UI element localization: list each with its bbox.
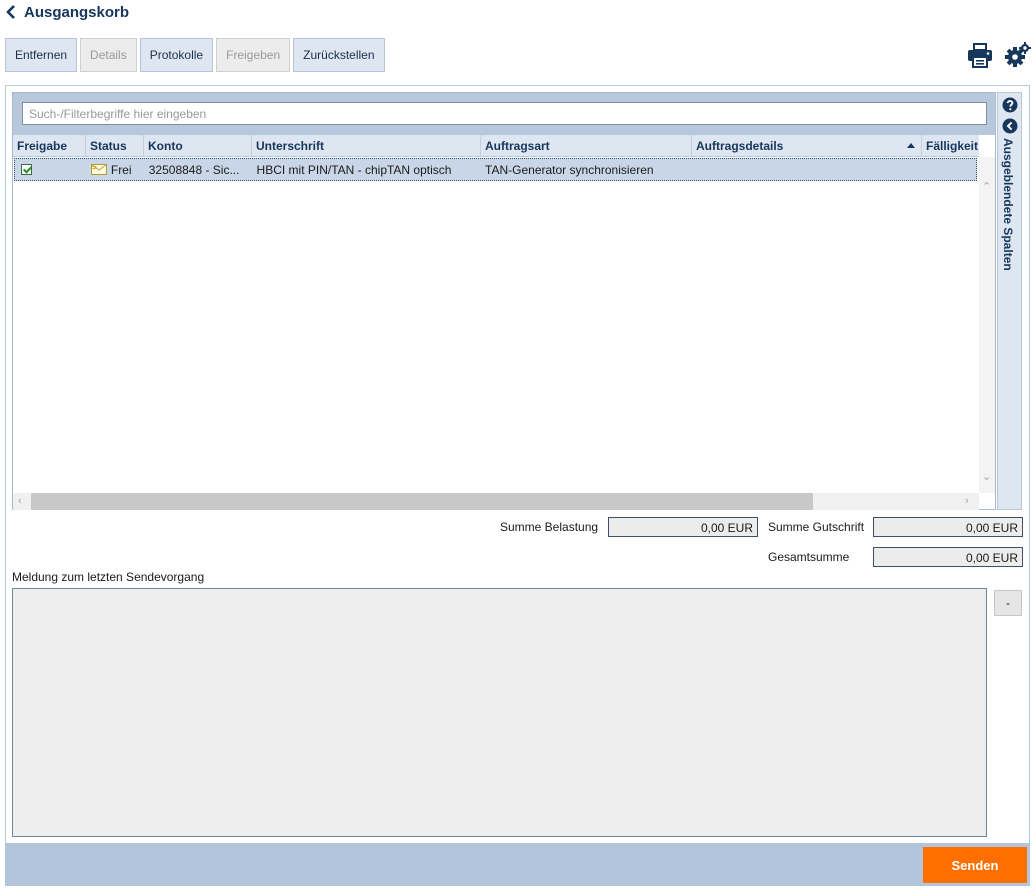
vertical-scrollbar[interactable]: ⌃ ⌄	[979, 157, 995, 493]
remove-button[interactable]: Entfernen	[5, 38, 78, 72]
footer-bar	[5, 843, 1030, 886]
details-button[interactable]: Details	[80, 38, 137, 72]
horizontal-scroll-thumb[interactable]	[31, 493, 813, 510]
sort-ascending-icon	[907, 143, 915, 148]
scroll-right-icon[interactable]: ›	[965, 493, 969, 510]
help-icon[interactable]	[1002, 97, 1018, 113]
hidden-columns-label: Ausgeblendete Spalten	[1001, 138, 1015, 271]
cell-freigabe	[15, 159, 87, 180]
cell-auftragsart: TAN-Generator synchronisieren	[485, 163, 654, 177]
sum-debit-value: 0,00 EUR	[608, 517, 758, 537]
column-header-freigabe[interactable]: Freigabe	[13, 135, 86, 157]
cell-konto: 32508848 - Sic...	[148, 163, 240, 177]
chevron-left-circle-icon[interactable]	[1002, 118, 1018, 134]
send-button[interactable]: Senden	[923, 847, 1027, 883]
toolbar: Entfernen Details Protokolle Freigeben Z…	[5, 38, 385, 72]
sum-credit-label: Summe Gutschrift	[768, 520, 865, 534]
hidden-columns-panel[interactable]: Ausgeblendete Spalten	[997, 92, 1022, 510]
release-button[interactable]: Freigeben	[216, 38, 291, 72]
reset-button[interactable]: Zurückstellen	[293, 38, 385, 72]
print-icon[interactable]	[966, 41, 994, 69]
sum-debit-label: Summe Belastung	[500, 520, 599, 534]
logs-button[interactable]: Protokolle	[139, 38, 214, 72]
table-row[interactable]: Frei 32508848 - Sic... HBCI mit PIN/TAN …	[14, 158, 977, 181]
title-bar: Ausgangskorb	[6, 2, 129, 22]
collapse-message-button[interactable]: -	[994, 590, 1022, 616]
cell-status: Frei	[87, 159, 145, 180]
column-header-auftragsdetails[interactable]: Auftragsdetails	[692, 135, 922, 157]
message-label: Meldung zum letzten Sendevorgang	[12, 570, 205, 584]
chevron-left-icon[interactable]	[6, 5, 16, 19]
column-header-faelligkeit[interactable]: Fälligkeit	[922, 135, 979, 157]
column-header-konto[interactable]: Konto	[144, 135, 252, 157]
scroll-left-icon[interactable]: ‹	[18, 493, 22, 510]
column-header-auftragsart[interactable]: Auftragsart	[481, 135, 692, 157]
status-text: Frei	[110, 163, 132, 177]
envelope-icon	[90, 164, 107, 175]
scroll-up-icon[interactable]: ⌃	[982, 179, 991, 196]
cell-faelligkeit	[921, 159, 976, 180]
message-box[interactable]	[12, 588, 987, 837]
search-input[interactable]	[22, 102, 987, 125]
horizontal-scrollbar[interactable]: ‹ ›	[13, 493, 979, 510]
page-title: Ausgangskorb	[24, 3, 130, 21]
total-sum-label: Gesamtsumme	[768, 550, 850, 564]
column-header-status[interactable]: Status	[86, 135, 144, 157]
column-header-unterschrift[interactable]: Unterschrift	[252, 135, 481, 157]
column-header-row: Freigabe Status Konto Unterschrift Auftr…	[13, 135, 979, 157]
cell-auftragsdetails	[692, 159, 922, 180]
scroll-down-icon[interactable]: ⌄	[982, 469, 991, 486]
sum-credit-value: 0,00 EUR	[873, 517, 1023, 537]
order-grid: Freigabe Status Konto Unterschrift Auftr…	[12, 92, 996, 510]
release-checkbox[interactable]	[21, 164, 32, 175]
search-strip	[13, 93, 995, 135]
cell-unterschrift: HBCI mit PIN/TAN - chipTAN optisch	[256, 163, 452, 177]
column-header-auftragsdetails-label: Auftragsdetails	[696, 139, 784, 153]
gear-icon[interactable]	[1004, 41, 1032, 69]
total-sum-value: 0,00 EUR	[873, 547, 1023, 567]
